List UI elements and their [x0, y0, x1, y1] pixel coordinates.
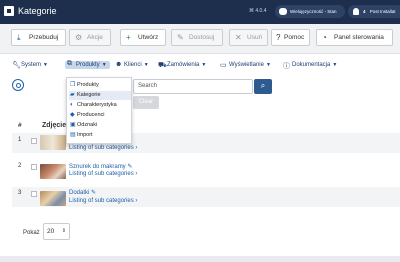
subcategories-link[interactable]: Listing of sub categories ›: [69, 171, 137, 177]
question-icon: ?: [276, 33, 281, 42]
row-checkbox[interactable]: [31, 138, 37, 144]
column-header-image: Zdjęcie: [42, 122, 67, 129]
plus-icon: +: [126, 33, 131, 42]
delete-button[interactable]: ✕ Usuń: [229, 29, 268, 46]
bell-icon: [353, 8, 359, 15]
category-name-link[interactable]: Dodatki ✎: [69, 189, 96, 196]
chevron-right-icon: ›: [135, 198, 138, 204]
menu-display[interactable]: ▭ Wyświetlanie ▼: [220, 62, 271, 69]
caret-down-icon: ▼: [265, 62, 271, 68]
category-thumbnail: [40, 191, 66, 206]
target-icon[interactable]: [12, 79, 24, 91]
user-icon: ☻: [115, 61, 123, 68]
cube-icon: ❒: [70, 82, 76, 88]
wrench-icon: 🔧︎: [12, 62, 21, 69]
half-circle-icon: ◐: [70, 102, 74, 108]
cubes-icon: ⧉: [67, 60, 72, 67]
caret-down-icon: ▼: [201, 62, 207, 68]
row-number: 1: [18, 137, 22, 143]
row-number: 2: [18, 163, 22, 169]
notifications-count: 4: [363, 9, 366, 14]
create-button[interactable]: + Utwórz: [120, 29, 166, 46]
info-icon: ⓘ: [283, 63, 290, 70]
column-header-number: #: [18, 122, 22, 129]
menu-orders[interactable]: ⛟ Zamówienia ▼: [158, 62, 207, 69]
control-panel-button[interactable]: ◔ Panel sterowania: [316, 29, 393, 46]
menu-documentation[interactable]: ⓘ Dokumentacja ▼: [283, 62, 338, 70]
search-button[interactable]: ⌕: [254, 79, 272, 94]
dropdown-item-import[interactable]: ▤ Import: [69, 131, 131, 140]
accessibility-label: Wielojęzyczność - Stan: [290, 9, 337, 14]
version-label: ⌘ 4.0.4: [249, 8, 267, 14]
row-number: 3: [18, 190, 22, 196]
row-checkbox[interactable]: [31, 191, 37, 197]
notifications-button[interactable]: 4 Post Installat: [348, 5, 400, 18]
dropdown-item-characteristics[interactable]: ◐ Charakterystyka: [69, 101, 131, 110]
clear-button[interactable]: Clear: [133, 96, 159, 109]
caret-down-icon: ▼: [143, 62, 149, 68]
adjust-button[interactable]: ✎ Dostosuj: [171, 29, 223, 46]
caret-down-icon: ▼: [332, 62, 338, 68]
installer-label: Post Installat: [369, 9, 396, 14]
glasses-icon: [279, 8, 287, 15]
cart-icon: ⛟: [158, 62, 167, 69]
chevron-right-icon: ›: [135, 145, 138, 151]
pencil-icon: ✎: [127, 164, 133, 170]
pencil-icon: ✎: [91, 190, 97, 196]
caret-down-icon: ▼: [43, 62, 48, 68]
subcategories-link[interactable]: Listing of sub categories ›: [69, 145, 137, 151]
accessibility-status-button[interactable]: Wielojęzyczność - Stan: [275, 5, 345, 18]
tag-icon: ◆: [70, 112, 75, 118]
category-thumbnail: [40, 164, 66, 179]
search-input[interactable]: Search: [133, 79, 253, 94]
file-icon: ▤: [70, 132, 76, 138]
subcategories-link[interactable]: Listing of sub categories ›: [69, 198, 137, 204]
monitor-icon: ▭: [220, 62, 227, 69]
app-logo-icon: [4, 6, 14, 16]
action-toolbar: ⤓ Przebuduj ⚙ Akcje + Utwórz ✎ Dostosuj …: [0, 24, 400, 54]
speedometer-icon: ◔: [322, 33, 327, 42]
category-name-link[interactable]: Sznurek do makramy ✎: [69, 163, 132, 170]
help-button[interactable]: ? Pomoc: [271, 29, 310, 46]
folder-icon: ▰: [70, 92, 75, 98]
category-thumbnail: [40, 135, 66, 150]
download-icon: ⤓: [17, 33, 21, 42]
row-checkbox[interactable]: [31, 164, 37, 170]
products-dropdown-menu: ❒ Produkty ▰ Kategorie ◐ Charakterystyka ◆ P…: [66, 77, 132, 144]
dropdown-item-categories[interactable]: ▰ Kategorie: [69, 91, 131, 100]
edit-icon: ✎: [177, 33, 184, 42]
gear-icon: ⚙: [75, 33, 83, 42]
dropdown-item-manufacturers[interactable]: ◆ Producenci: [69, 111, 131, 120]
rebuild-button[interactable]: ⤓ Przebuduj: [11, 29, 66, 46]
page-size-select[interactable]: 20 ⇕: [43, 223, 70, 240]
dropdown-item-badges[interactable]: ▣ Odznaki: [69, 121, 131, 130]
menu-clients[interactable]: ☻ Klienci ▼: [115, 61, 149, 68]
top-navbar: Kategorie ⌘ 4.0.4 Wielojęzyczność - Stan…: [0, 0, 400, 24]
menu-system[interactable]: 🔧︎ System ▼: [12, 62, 48, 69]
actions-button[interactable]: ⚙ Akcje: [69, 29, 111, 46]
page-size-label: Pokaż: [23, 230, 40, 236]
updown-arrow-icon: ⇕: [61, 228, 66, 234]
menu-products[interactable]: ⧉ Produkty ▼: [65, 60, 110, 69]
chevron-right-icon: ›: [135, 171, 138, 177]
footer-strip: [0, 256, 400, 262]
caret-down-icon: ▼: [101, 62, 107, 68]
close-icon: ✕: [235, 33, 242, 42]
badge-icon: ▣: [70, 122, 76, 128]
page-title: Kategorie: [18, 6, 57, 16]
search-icon: ⌕: [260, 81, 266, 90]
dropdown-item-products[interactable]: ❒ Produkty: [69, 81, 131, 90]
